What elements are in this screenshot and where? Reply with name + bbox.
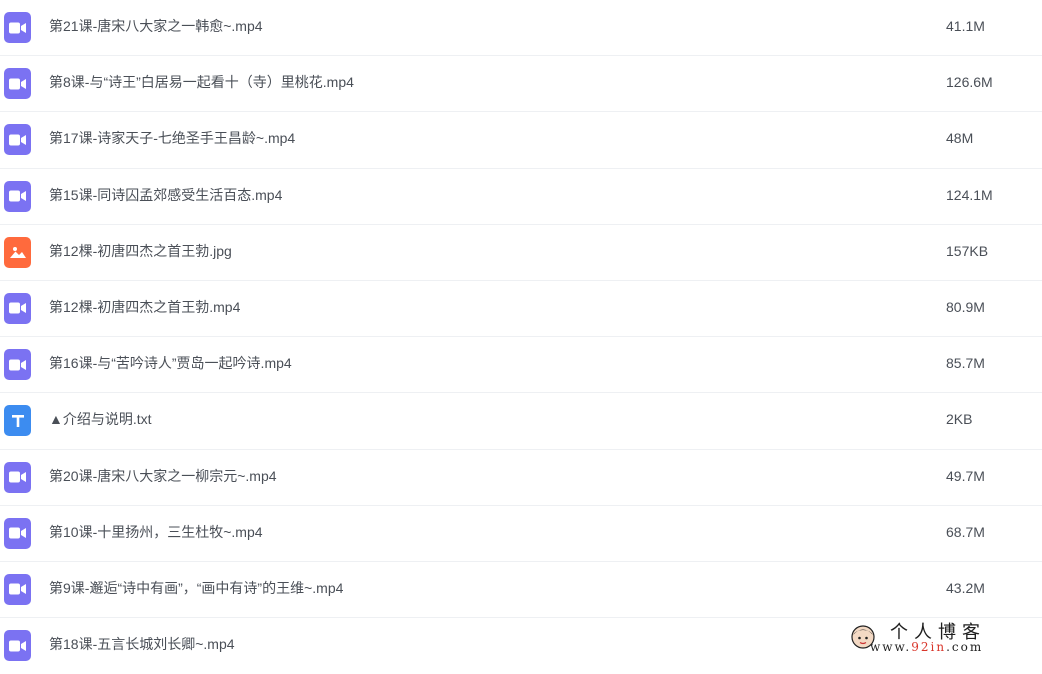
watermark: 个人博客 www.92in.com xyxy=(842,622,1022,662)
file-row[interactable]: 第12棵-初唐四杰之首王勃.jpg 157KB xyxy=(0,225,1042,281)
file-name[interactable]: 第9课-邂逅“诗中有画”，“画中有诗”的王维~.mp4 xyxy=(49,579,343,597)
video-icon xyxy=(4,180,31,212)
watermark-url: www.92in.com xyxy=(870,640,983,654)
file-name[interactable]: 第21课-唐宋八大家之一韩愈~.mp4 xyxy=(49,17,263,35)
file-size: 126.6M xyxy=(946,74,993,91)
file-row[interactable]: 第16课-与“苦吟诗人”贾岛一起吟诗.mp4 85.7M xyxy=(0,337,1042,394)
video-icon xyxy=(4,573,31,605)
file-size: 43.2M xyxy=(946,579,985,596)
file-row[interactable]: ▲介绍与说明.txt 2KB xyxy=(0,393,1042,450)
file-size: 124.1M xyxy=(946,186,993,203)
video-icon xyxy=(4,349,31,381)
file-name[interactable]: 第18课-五言长城刘长卿~.mp4 xyxy=(49,635,235,653)
file-row[interactable]: 第20课-唐宋八大家之一柳宗元~.mp4 49.7M xyxy=(0,450,1042,506)
video-icon xyxy=(4,517,31,549)
file-name[interactable]: 第15课-同诗囚孟郊感受生活百态.mp4 xyxy=(49,186,282,204)
video-icon xyxy=(4,68,31,100)
file-name[interactable]: 第12棵-初唐四杰之首王勃.mp4 xyxy=(49,298,240,316)
video-icon xyxy=(4,12,31,43)
image-icon xyxy=(4,236,31,268)
watermark-url-suffix: .com xyxy=(946,640,984,654)
text-icon xyxy=(4,405,31,437)
file-name[interactable]: ▲介绍与说明.txt xyxy=(49,410,152,428)
file-row[interactable]: 第9课-邂逅“诗中有画”，“画中有诗”的王维~.mp4 43.2M xyxy=(0,562,1042,619)
video-icon xyxy=(4,292,31,324)
file-name[interactable]: 第10课-十里扬州，三生杜牧~.mp4 xyxy=(49,523,263,541)
file-row[interactable]: 第8课-与“诗王”白居易一起看十（寺）里桃花.mp4 126.6M xyxy=(0,56,1042,113)
file-row[interactable]: 第15课-同诗囚孟郊感受生活百态.mp4 124.1M xyxy=(0,169,1042,225)
file-name[interactable]: 第12棵-初唐四杰之首王勃.jpg xyxy=(49,242,232,260)
file-list: 第21课-唐宋八大家之一韩愈~.mp4 41.1M 第8课-与“诗王”白居易一起看十… xyxy=(0,0,1042,674)
file-size: 49.7M xyxy=(946,467,985,484)
file-size: 68.7M xyxy=(946,523,985,540)
video-icon xyxy=(4,461,31,493)
watermark-url-highlight: 92in xyxy=(911,640,947,654)
file-size: 2KB xyxy=(946,411,973,428)
video-icon xyxy=(4,630,31,662)
file-name[interactable]: 第17课-诗家天子-七绝圣手王昌龄~.mp4 xyxy=(49,129,295,147)
file-size: 157KB xyxy=(946,242,989,259)
file-row[interactable]: 第10课-十里扬州，三生杜牧~.mp4 68.7M xyxy=(0,506,1042,562)
file-name[interactable]: 第16课-与“苦吟诗人”贾岛一起吟诗.mp4 xyxy=(49,354,292,372)
watermark-url-prefix: www. xyxy=(870,640,912,654)
file-size: 48M xyxy=(946,130,974,147)
file-row[interactable]: 第17课-诗家天子-七绝圣手王昌龄~.mp4 48M xyxy=(0,112,1042,169)
file-name[interactable]: 第8课-与“诗王”白居易一起看十（寺）里桃花.mp4 xyxy=(49,73,354,91)
file-size: 80.9M xyxy=(946,298,985,315)
file-row[interactable]: 第21课-唐宋八大家之一韩愈~.mp4 41.1M xyxy=(0,0,1042,57)
file-size: 85.7M xyxy=(946,355,985,372)
video-icon xyxy=(4,124,31,156)
file-name[interactable]: 第20课-唐宋八大家之一柳宗元~.mp4 xyxy=(49,467,277,485)
file-row[interactable]: 第12棵-初唐四杰之首王勃.mp4 80.9M xyxy=(0,281,1042,338)
file-size: 41.1M xyxy=(946,18,985,34)
